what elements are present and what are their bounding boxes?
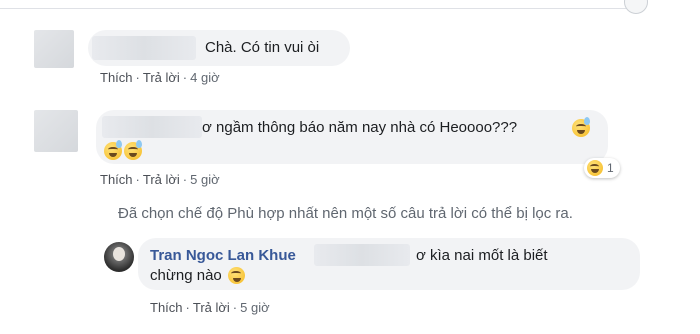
separator: ·: [182, 172, 188, 187]
separator: ·: [135, 70, 140, 85]
reply-link[interactable]: Trả lời: [143, 172, 180, 187]
reaction-count: 1: [607, 161, 614, 175]
like-link[interactable]: Thích: [150, 300, 183, 315]
separator: ·: [232, 300, 238, 315]
commenter-avatar-blurred[interactable]: [34, 30, 74, 68]
reply-text: ơ kìa nai mốt là biết: [416, 247, 548, 264]
laughing-emoji-icon: [228, 267, 245, 284]
reply-link[interactable]: Trả lời: [193, 300, 230, 315]
reply-actions: Thích · Trả lời · 5 giờ: [150, 300, 270, 315]
reply-bubble: Tran Ngoc Lan Khue ơ kìa nai mốt là biết…: [138, 238, 640, 290]
separator: ·: [185, 300, 190, 315]
top-divider: [0, 0, 700, 14]
sweat-smile-emoji-icon: [124, 140, 142, 160]
separator: ·: [182, 70, 188, 85]
comment-text: Chà. Có tin vui òi: [205, 39, 320, 56]
reaction-badge[interactable]: 1: [584, 158, 620, 178]
like-link[interactable]: Thích: [100, 70, 133, 85]
comment-actions: Thích · Trả lời · 4 giờ: [100, 70, 220, 85]
sweat-smile-emoji-icon: [572, 117, 590, 137]
commenter-name-blurred[interactable]: [92, 36, 196, 60]
reply-author-name[interactable]: Tran Ngoc Lan Khue: [150, 246, 296, 266]
divider-line: [0, 8, 630, 9]
comment-bubble: ơ ngầm thông báo năm nay nhà có Heoooo??…: [96, 110, 608, 164]
comment-bubble: Chà. Có tin vui òi: [88, 30, 350, 66]
tagged-name-blurred[interactable]: [314, 244, 410, 266]
filter-notice: Đã chọn chế độ Phù hợp nhất nên một số c…: [118, 205, 573, 222]
comment-timestamp[interactable]: 4 giờ: [190, 70, 220, 85]
like-link[interactable]: Thích: [100, 172, 133, 187]
comment-timestamp[interactable]: 5 giờ: [190, 172, 220, 187]
reply-author-avatar[interactable]: [104, 242, 134, 272]
user-avatar-partial: [624, 0, 648, 14]
commenter-avatar-blurred[interactable]: [34, 110, 78, 152]
reply-timestamp[interactable]: 5 giờ: [240, 300, 270, 315]
comment-actions: Thích · Trả lời · 5 giờ: [100, 172, 220, 187]
haha-reaction-icon: [587, 160, 603, 176]
comment-text: ơ ngầm thông báo năm nay nhà có Heoooo??…: [202, 119, 518, 136]
separator: ·: [135, 172, 140, 187]
reply-link[interactable]: Trả lời: [143, 70, 180, 85]
commenter-name-blurred[interactable]: [102, 116, 202, 138]
reply-text-continued: chừng nào: [150, 267, 222, 284]
sweat-smile-emoji-icon: [104, 140, 122, 160]
